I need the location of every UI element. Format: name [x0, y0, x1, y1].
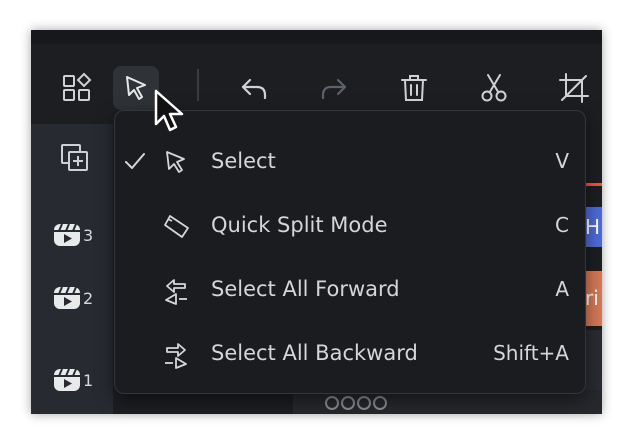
video-track-icon: [54, 286, 80, 309]
split-button[interactable]: [471, 66, 517, 110]
menu-item-select[interactable]: Select V: [115, 133, 585, 189]
undo-icon: [241, 78, 267, 100]
track-number: 1: [83, 370, 94, 390]
select-forward-icon: [165, 279, 187, 305]
menu-item-select-all-forward[interactable]: Select All Forward A: [115, 261, 585, 317]
menu-item-label: Select: [211, 149, 276, 173]
select-mode-menu: Select V Quick Split Mode C Select All F…: [114, 110, 586, 394]
track-number: 2: [83, 288, 94, 308]
menu-item-label: Select All Forward: [211, 277, 400, 301]
mouse-pointer-icon: [154, 89, 184, 132]
select-tool-icon: [126, 76, 146, 100]
pointer-icon: [166, 151, 185, 173]
timeline-playhead-marker: [586, 183, 602, 186]
track-1-control[interactable]: 1: [53, 366, 93, 394]
delete-button[interactable]: [391, 66, 437, 110]
menu-item-shortcut: A: [555, 277, 569, 301]
crop-button[interactable]: [551, 66, 597, 110]
split-tag-icon: [164, 215, 189, 238]
delete-icon: [401, 75, 427, 101]
redo-icon: [321, 78, 347, 100]
track-2-control[interactable]: 2: [53, 284, 93, 312]
layout-button[interactable]: [54, 66, 100, 110]
redo-button[interactable]: [311, 66, 357, 110]
menu-item-shortcut: Shift+A: [493, 341, 569, 365]
add-track-icon: [61, 144, 88, 171]
menu-item-label: Quick Split Mode: [211, 213, 388, 237]
checkmark-icon: [125, 153, 145, 169]
menu-item-shortcut: C: [555, 213, 569, 237]
undo-button[interactable]: [231, 66, 277, 110]
menu-item-quick-split[interactable]: Quick Split Mode C: [115, 197, 585, 253]
menu-item-shortcut: V: [555, 149, 569, 173]
track-3-control[interactable]: 3: [53, 221, 93, 249]
track-number: 3: [83, 225, 94, 245]
menu-item-label: Select All Backward: [211, 341, 418, 365]
menu-item-select-all-backward[interactable]: Select All Backward Shift+A: [115, 325, 585, 381]
toolbar-separator: [197, 69, 199, 101]
add-track-button[interactable]: [59, 142, 91, 178]
scissors-icon: [481, 74, 507, 102]
video-track-icon: [54, 368, 80, 391]
video-track-icon: [54, 223, 80, 246]
layout-icon: [63, 72, 92, 101]
select-backward-icon: [165, 343, 187, 369]
crop-icon: [559, 73, 589, 103]
title-strip: [31, 30, 602, 44]
